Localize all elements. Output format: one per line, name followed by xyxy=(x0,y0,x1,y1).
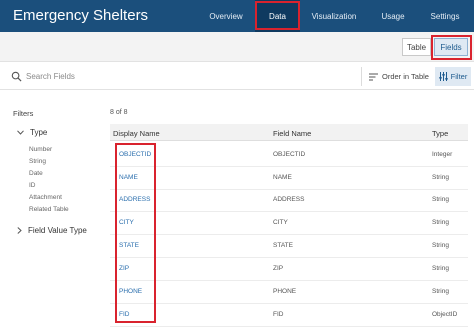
display-name-link[interactable]: ADDRESS xyxy=(119,196,150,203)
filter-group-type-label: Type xyxy=(30,128,48,137)
type-cell: String xyxy=(432,174,449,181)
display-name-link[interactable]: NAME xyxy=(119,174,138,181)
display-name-link[interactable]: STATE xyxy=(119,242,139,249)
field-name-cell: FID xyxy=(273,311,284,318)
filter-option[interactable]: Related Table xyxy=(29,206,69,213)
column-header-display-name[interactable]: Display Name xyxy=(113,129,160,138)
filter-label: Filter xyxy=(450,72,468,81)
order-in-table-label: Order in Table xyxy=(382,72,429,81)
field-name-cell: STATE xyxy=(273,242,293,249)
field-name-cell: OBJECTID xyxy=(273,151,306,158)
type-cell: String xyxy=(432,242,449,249)
chevron-right-icon xyxy=(17,227,22,234)
field-name-cell: ADDRESS xyxy=(273,196,305,203)
type-cell: String xyxy=(432,219,449,226)
type-cell: String xyxy=(432,288,449,295)
toolbar-divider xyxy=(361,67,362,86)
type-cell: ObjectID xyxy=(432,311,458,318)
display-name-link[interactable]: OBJECTID xyxy=(119,151,151,158)
fields-view-button[interactable]: Fields xyxy=(434,38,468,56)
nav-overview[interactable]: Overview xyxy=(200,0,252,32)
order-in-table-button[interactable]: Order in Table xyxy=(369,67,431,86)
filter-option[interactable]: Date xyxy=(29,170,43,177)
column-header-type[interactable]: Type xyxy=(432,129,448,138)
search-fields-input[interactable] xyxy=(26,69,206,84)
filter-group-field-value-type[interactable]: Field Value Type xyxy=(17,226,87,235)
sort-lines-icon xyxy=(369,73,378,80)
filter-option[interactable]: String xyxy=(29,158,46,165)
nav-visualization[interactable]: Visualization xyxy=(303,0,365,32)
type-cell: String xyxy=(432,265,449,272)
app-title: Emergency Shelters xyxy=(13,7,149,24)
filter-group-type[interactable]: Type xyxy=(17,128,47,137)
display-name-link[interactable]: ZIP xyxy=(119,265,129,272)
nav-data[interactable]: Data xyxy=(255,0,300,32)
filter-button[interactable]: Filter xyxy=(435,67,471,86)
filter-group-field-value-type-label: Field Value Type xyxy=(28,226,87,235)
filter-sliders-icon xyxy=(438,72,448,81)
nav-settings[interactable]: Settings xyxy=(422,0,468,32)
column-header-field-name[interactable]: Field Name xyxy=(273,129,311,138)
filter-option[interactable]: ID xyxy=(29,182,36,189)
table-row[interactable] xyxy=(110,212,468,235)
display-name-link[interactable]: CITY xyxy=(119,219,134,226)
table-view-button[interactable]: Table xyxy=(402,38,431,56)
chevron-down-icon xyxy=(17,130,24,135)
filter-option[interactable]: Number xyxy=(29,146,52,153)
type-cell: String xyxy=(432,196,449,203)
nav-usage[interactable]: Usage xyxy=(374,0,412,32)
filters-heading: Filters xyxy=(13,109,34,118)
table-row[interactable] xyxy=(110,258,468,281)
field-name-cell: CITY xyxy=(273,219,288,226)
field-count: 8 of 8 xyxy=(110,109,128,116)
filter-option[interactable]: Attachment xyxy=(29,194,62,201)
display-name-link[interactable]: PHONE xyxy=(119,288,142,295)
type-cell: Integer xyxy=(432,151,453,158)
field-name-cell: PHONE xyxy=(273,288,297,295)
display-name-link[interactable]: FID xyxy=(119,311,129,318)
search-icon xyxy=(11,71,22,82)
field-name-cell: ZIP xyxy=(273,265,284,272)
field-name-cell: NAME xyxy=(273,174,292,181)
table-row[interactable] xyxy=(110,304,468,327)
